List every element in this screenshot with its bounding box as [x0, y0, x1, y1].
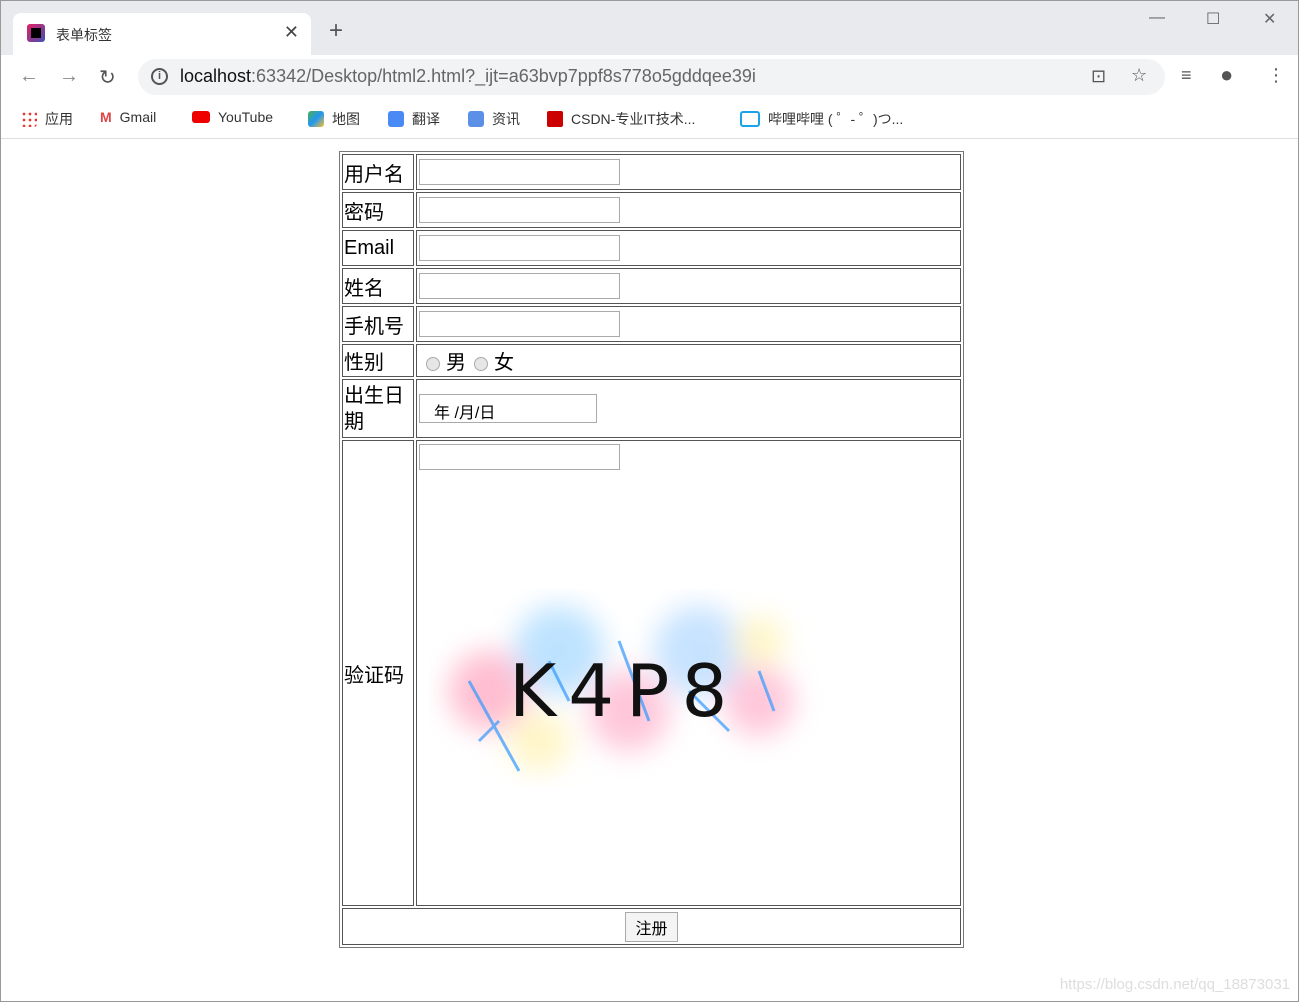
- tab-bar: 表单标签 ✕ + — ☐ ✕: [1, 1, 1298, 55]
- forward-icon[interactable]: →: [59, 65, 79, 88]
- bookmarks-bar: 应用 M Gmail YouTube 地图 翻译 资讯 CSDN-专业IT技术..…: [1, 99, 1298, 139]
- email-input[interactable]: [419, 235, 620, 261]
- address-bar[interactable]: i localhost:63342/Desktop/html2.html?_ij…: [138, 59, 1165, 95]
- news-icon: [468, 111, 484, 127]
- bookmark-maps[interactable]: 地图: [308, 109, 360, 129]
- username-label: 用户名: [342, 154, 414, 190]
- name-label: 姓名: [342, 268, 414, 304]
- watermark: https://blog.csdn.net/qq_18873031: [1059, 976, 1290, 993]
- window-close-icon[interactable]: ✕: [1263, 9, 1276, 29]
- password-input[interactable]: [419, 197, 620, 223]
- bookmark-youtube[interactable]: YouTube: [192, 109, 273, 125]
- maps-icon: [308, 111, 324, 127]
- gender-male-radio[interactable]: [426, 356, 440, 371]
- media-icon[interactable]: ≡: [1181, 65, 1192, 86]
- menu-icon[interactable]: ⋮: [1267, 65, 1285, 86]
- username-input[interactable]: [419, 159, 620, 185]
- register-button[interactable]: 注册: [625, 911, 678, 942]
- bookmark-apps[interactable]: 应用: [21, 109, 73, 129]
- gender-female-radio[interactable]: [474, 356, 488, 371]
- back-icon[interactable]: ←: [19, 65, 39, 88]
- captcha-image[interactable]: K4P8: [429, 581, 829, 801]
- new-tab-icon[interactable]: +: [329, 17, 343, 45]
- url-text[interactable]: localhost:63342/Desktop/html2.html?_ijt=…: [180, 66, 756, 87]
- email-label: Email: [342, 230, 414, 266]
- bookmark-translate[interactable]: 翻译: [388, 109, 440, 129]
- close-tab-icon[interactable]: ✕: [284, 22, 299, 43]
- profile-icon[interactable]: ●: [1220, 62, 1233, 88]
- captcha-input[interactable]: [419, 444, 620, 470]
- bilibili-icon: [740, 111, 760, 127]
- bookmark-csdn[interactable]: CSDN-专业IT技术...: [547, 109, 695, 129]
- bookmark-gmail[interactable]: M Gmail: [100, 109, 156, 125]
- translate-icon[interactable]: ⊡: [1091, 66, 1106, 87]
- birthdate-label: 出生日期: [342, 379, 414, 438]
- maximize-icon[interactable]: ☐: [1206, 9, 1220, 29]
- phone-input[interactable]: [419, 311, 620, 337]
- minimize-icon[interactable]: —: [1149, 9, 1165, 27]
- gender-male-label: 男: [446, 352, 466, 374]
- password-label: 密码: [342, 192, 414, 228]
- gmail-icon: M: [100, 109, 112, 125]
- gender-label: 性别: [342, 344, 414, 377]
- captcha-text: K4P8: [509, 649, 739, 733]
- gender-female-label: 女: [494, 352, 514, 374]
- phone-label: 手机号: [342, 306, 414, 342]
- csdn-icon: [547, 111, 563, 127]
- bookmark-news[interactable]: 资讯: [468, 109, 520, 129]
- translate-bookmark-icon: [388, 111, 404, 127]
- reload-icon[interactable]: ↻: [99, 65, 116, 90]
- register-form: 用户名 密码 Email 姓名 手机号 性别 男 女 出生日期年 /月/日 验证码…: [339, 151, 964, 948]
- apps-icon: [21, 111, 37, 127]
- favicon-icon: [27, 24, 45, 42]
- bookmark-bilibili[interactable]: 哔哩哔哩 ( ゜- ゜)つ...: [740, 109, 903, 129]
- star-icon[interactable]: ☆: [1131, 65, 1147, 86]
- captcha-label: 验证码: [342, 440, 414, 906]
- name-input[interactable]: [419, 273, 620, 299]
- youtube-icon: [192, 111, 210, 123]
- tab-active[interactable]: 表单标签 ✕: [13, 13, 311, 55]
- toolbar: ← → ↻ i localhost:63342/Desktop/html2.ht…: [1, 55, 1298, 99]
- tab-title: 表单标签: [56, 27, 112, 43]
- info-icon[interactable]: i: [151, 68, 168, 85]
- birthdate-input[interactable]: 年 /月/日: [419, 393, 597, 423]
